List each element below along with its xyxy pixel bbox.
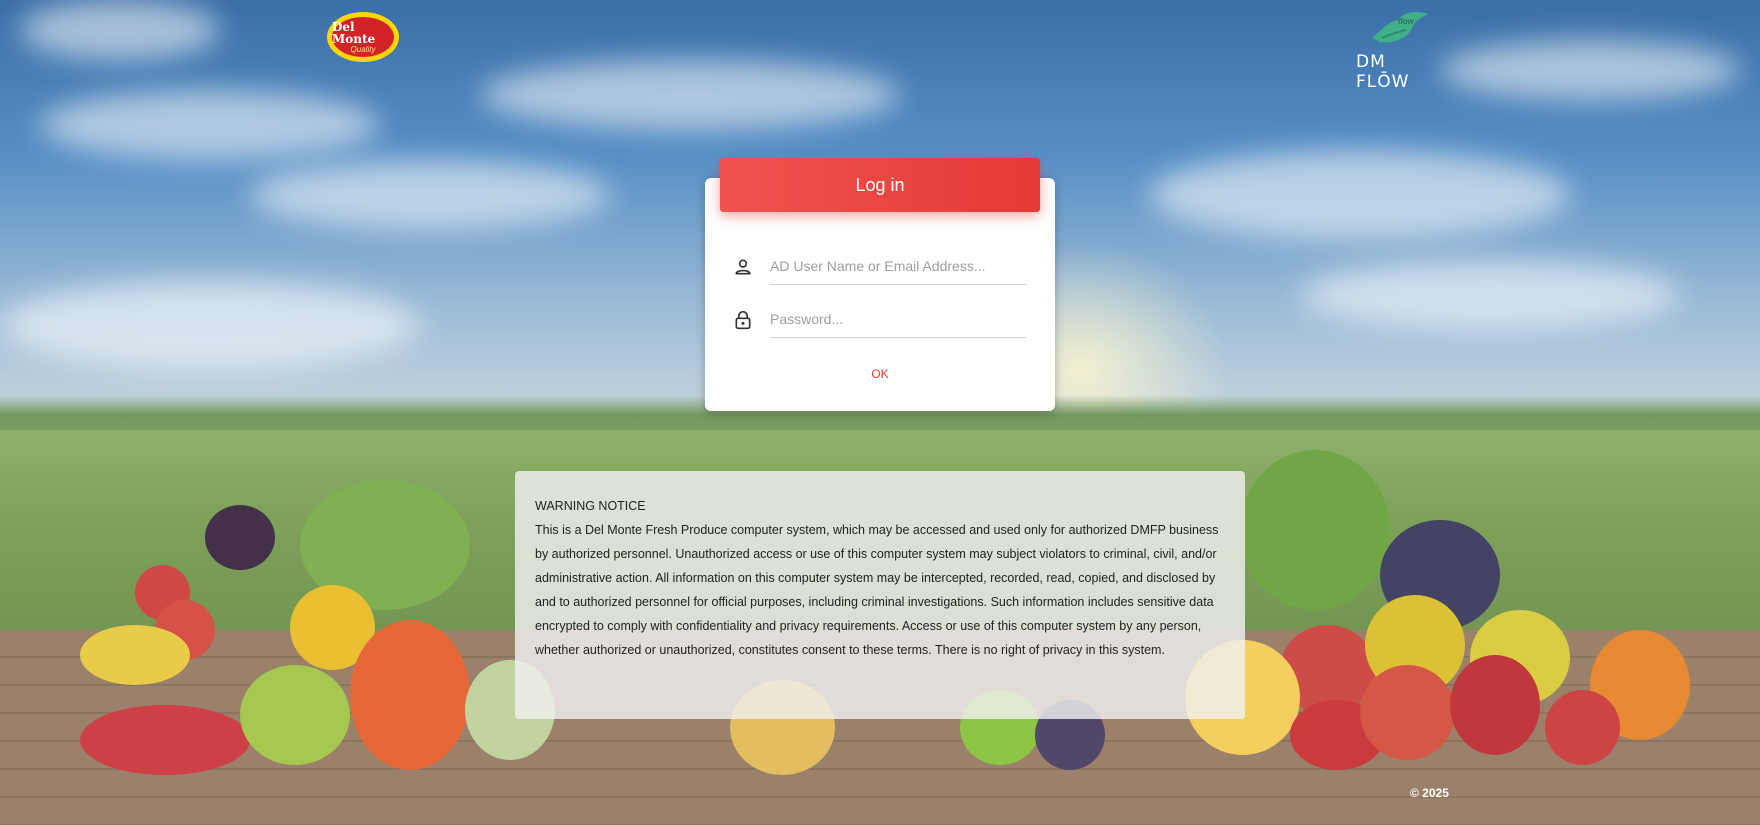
login-title: Log in — [720, 158, 1040, 212]
del-monte-logo-text: Del Monte — [332, 19, 376, 46]
del-monte-logo-tagline: Quality — [350, 44, 376, 54]
bird-icon — [1372, 12, 1428, 43]
username-input[interactable] — [770, 247, 1026, 285]
password-input[interactable] — [770, 300, 1026, 338]
warning-notice: WARNING NOTICE This is a Del Monte Fresh… — [515, 471, 1245, 719]
lock-icon — [735, 310, 751, 330]
del-monte-logo-inner: Del Monte Quality — [332, 17, 394, 57]
username-row — [733, 247, 1026, 287]
dm-flow-logo-mark: flow — [1398, 17, 1414, 26]
warning-body: This is a Del Monte Fresh Produce comput… — [535, 523, 1219, 657]
dm-flow-logo: flow DM FLŌW — [1350, 8, 1440, 92]
warning-title: WARNING NOTICE — [535, 499, 646, 513]
copyright: © 2025 — [1410, 786, 1449, 800]
del-monte-logo: Del Monte Quality — [327, 12, 399, 62]
ok-button[interactable]: OK — [840, 362, 920, 386]
password-row — [733, 300, 1026, 340]
person-icon — [735, 259, 751, 275]
dm-flow-logo-text: DM FLŌW — [1356, 52, 1410, 92]
